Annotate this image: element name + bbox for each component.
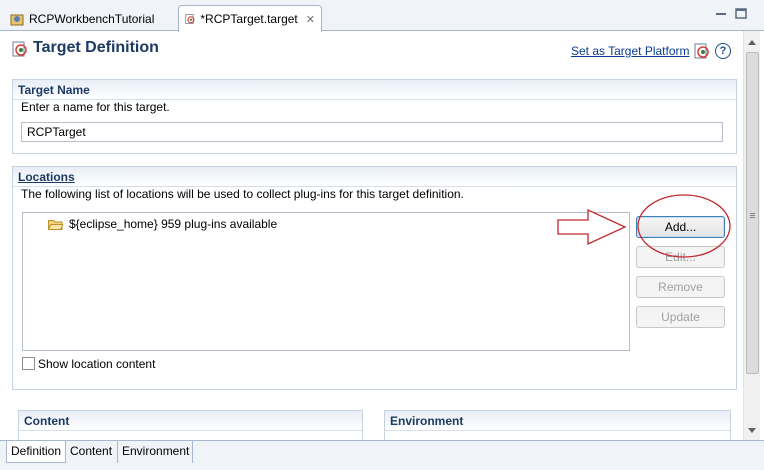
locations-list[interactable]: ${eclipse_home} 959 plug-ins available [22,212,630,351]
tab-label: *RCPTarget.target [200,12,298,26]
show-location-content-checkbox[interactable] [22,357,35,370]
minimize-icon[interactable] [714,8,728,20]
target-definition-icon [12,41,27,57]
tab-rcp-target[interactable]: *RCPTarget.target ✕ [178,5,322,32]
target-name-section: Target Name [12,79,737,154]
page-title: Target Definition [33,39,159,56]
target-platform-icon[interactable] [694,43,710,59]
update-button[interactable]: Update [636,306,725,328]
vertical-scrollbar[interactable] [743,31,760,440]
tab-definition[interactable]: Definition [6,441,66,463]
section-heading: Environment [385,411,730,431]
scroll-thumb[interactable] [746,52,759,374]
list-item-label: ${eclipse_home} 959 plug-ins available [69,217,278,231]
tab-content[interactable]: Content [66,441,118,463]
target-file-icon [185,14,195,24]
section-heading: Locations [13,167,736,187]
help-icon[interactable]: ? [715,43,731,59]
maximize-icon[interactable] [734,8,748,20]
tab-environment[interactable]: Environment [118,441,193,463]
close-icon[interactable]: ✕ [306,13,315,26]
set-as-target-platform-link[interactable]: Set as Target Platform [571,44,690,58]
scroll-down-icon[interactable] [748,428,756,433]
section-heading: Content [19,411,362,431]
target-name-description: Enter a name for this target. [21,100,170,114]
tab-label: RCPWorkbenchTutorial [29,11,155,26]
remove-button[interactable]: Remove [636,276,725,298]
content-section: Content [18,410,363,440]
folder-icon [48,219,63,230]
list-item[interactable]: ${eclipse_home} 959 plug-ins available [48,217,277,231]
section-heading: Target Name [13,80,736,100]
show-location-content-label[interactable]: Show location content [38,357,155,371]
environment-section: Environment [384,410,731,440]
tab-rcp-workbench-tutorial[interactable]: RCPWorkbenchTutorial [4,5,160,32]
locations-description: The following list of locations will be … [21,187,464,201]
target-name-input[interactable]: RCPTarget [21,122,723,142]
locations-heading: Locations [18,170,75,184]
grip-icon [750,213,755,214]
java-project-icon [10,14,24,25]
scroll-up-icon[interactable] [748,40,756,45]
annotation-arrow-icon [557,194,731,258]
